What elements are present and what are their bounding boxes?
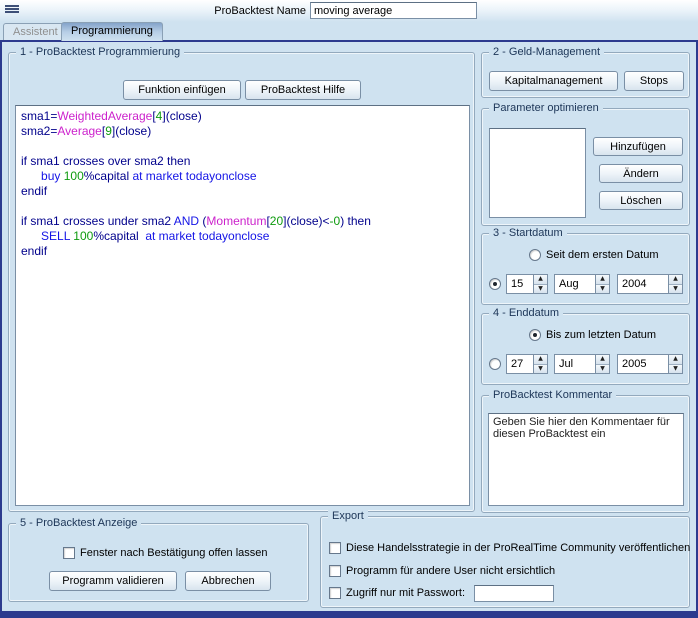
optimize-parameters-legend: Parameter optimieren (489, 101, 603, 115)
probacktest-window: ProBacktest Name Assistent Programmierun… (0, 0, 698, 618)
spinner-up-icon[interactable]: ▲ (669, 355, 682, 365)
edit-parameter-button[interactable]: Ändern (599, 164, 683, 183)
window-border-bottom (0, 611, 698, 618)
probacktest-name-label: ProBacktest Name (200, 5, 306, 18)
start-month-value[interactable]: Aug (555, 275, 595, 293)
spinner-up-icon[interactable]: ▲ (534, 355, 547, 365)
end-month-value[interactable]: Jul (555, 355, 595, 373)
stops-button[interactable]: Stops (624, 71, 684, 91)
publish-community-checkbox[interactable] (329, 542, 341, 554)
end-year-value[interactable]: 2005 (618, 355, 668, 373)
end-day-value[interactable]: 27 (507, 355, 533, 373)
end-last-date-radio[interactable] (529, 329, 541, 341)
hide-from-users-label: Programm für andere User nicht ersichtli… (346, 565, 555, 578)
programming-panel: 1 - ProBacktest Programmierung Funktion … (8, 52, 475, 512)
comment-textarea[interactable]: Geben Sie hier den Kommentaer für diesen… (488, 413, 684, 506)
spinner-down-icon[interactable]: ▼ (534, 365, 547, 374)
spinner-up-icon[interactable]: ▲ (596, 275, 609, 285)
parameter-listbox[interactable] (489, 128, 586, 218)
spinner-up-icon[interactable]: ▲ (669, 275, 682, 285)
display-panel: 5 - ProBacktest Anzeige Fenster nach Bes… (8, 523, 309, 602)
end-month-spinner[interactable]: Jul ▲▼ (554, 354, 610, 374)
money-management-legend: 2 - Geld-Management (489, 45, 604, 59)
end-year-spinner[interactable]: 2005 ▲▼ (617, 354, 683, 374)
publish-community-label: Diese Handelsstrategie in der ProRealTim… (346, 542, 690, 555)
start-month-spinner[interactable]: Aug ▲▼ (554, 274, 610, 294)
cancel-button[interactable]: Abbrechen (185, 571, 271, 591)
start-date-legend: 3 - Startdatum (489, 226, 567, 240)
start-date-panel: 3 - Startdatum Seit dem ersten Datum 15 … (481, 233, 690, 305)
titlebar: ProBacktest Name (0, 0, 698, 22)
insert-function-button[interactable]: Funktion einfügen (123, 80, 241, 100)
tab-programmierung[interactable]: Programmierung (61, 22, 163, 41)
end-date-panel: 4 - Enddatum Bis zum letzten Datum 27 ▲▼… (481, 313, 690, 385)
validate-program-button[interactable]: Programm validieren (49, 571, 177, 591)
optimize-parameters-panel: Parameter optimieren Hinzufügen Ändern L… (481, 108, 690, 226)
spinner-down-icon[interactable]: ▼ (596, 365, 609, 374)
spinner-down-icon[interactable]: ▼ (669, 365, 682, 374)
password-access-checkbox[interactable] (329, 587, 341, 599)
end-day-spinner[interactable]: 27 ▲▼ (506, 354, 548, 374)
start-first-date-radio[interactable] (529, 249, 541, 261)
start-year-spinner[interactable]: 2004 ▲▼ (617, 274, 683, 294)
start-day-spinner[interactable]: 15 ▲▼ (506, 274, 548, 294)
end-date-legend: 4 - Enddatum (489, 306, 563, 320)
comment-panel-legend: ProBacktest Kommentar (489, 388, 616, 402)
start-custom-date-radio[interactable] (489, 278, 501, 290)
start-day-value[interactable]: 15 (507, 275, 533, 293)
window-border-left (0, 40, 2, 618)
delete-parameter-button[interactable]: Löschen (599, 191, 683, 210)
tab-assistent[interactable]: Assistent (3, 23, 68, 40)
spinner-up-icon[interactable]: ▲ (596, 355, 609, 365)
spinner-down-icon[interactable]: ▼ (596, 285, 609, 294)
keep-window-open-checkbox[interactable] (63, 547, 75, 559)
code-editor[interactable]: sma1=WeightedAverage[4](close)sma2=Avera… (15, 105, 470, 506)
menu-icon[interactable] (5, 5, 19, 17)
export-panel: Export Diese Handelsstrategie in der Pro… (320, 516, 690, 608)
start-year-value[interactable]: 2004 (618, 275, 668, 293)
password-input[interactable] (474, 585, 554, 602)
export-panel-legend: Export (328, 509, 368, 523)
end-last-date-label: Bis zum letzten Datum (546, 329, 656, 342)
start-first-date-label: Seit dem ersten Datum (546, 249, 659, 262)
spinner-down-icon[interactable]: ▼ (669, 285, 682, 294)
comment-panel: ProBacktest Kommentar Geben Sie hier den… (481, 395, 690, 513)
capital-management-button[interactable]: Kapitalmanagement (489, 71, 618, 91)
add-parameter-button[interactable]: Hinzufügen (593, 137, 683, 156)
end-custom-date-radio[interactable] (489, 358, 501, 370)
keep-window-open-label: Fenster nach Bestätigung offen lassen (80, 547, 268, 560)
probacktest-name-input[interactable] (310, 2, 477, 19)
spinner-up-icon[interactable]: ▲ (534, 275, 547, 285)
money-management-panel: 2 - Geld-Management Kapitalmanagement St… (481, 52, 690, 98)
display-panel-legend: 5 - ProBacktest Anzeige (16, 516, 141, 530)
password-access-label: Zugriff nur mit Passwort: (346, 587, 465, 600)
hide-from-users-checkbox[interactable] (329, 565, 341, 577)
programming-panel-legend: 1 - ProBacktest Programmierung (16, 45, 184, 59)
probacktest-help-button[interactable]: ProBacktest Hilfe (245, 80, 361, 100)
spinner-down-icon[interactable]: ▼ (534, 285, 547, 294)
